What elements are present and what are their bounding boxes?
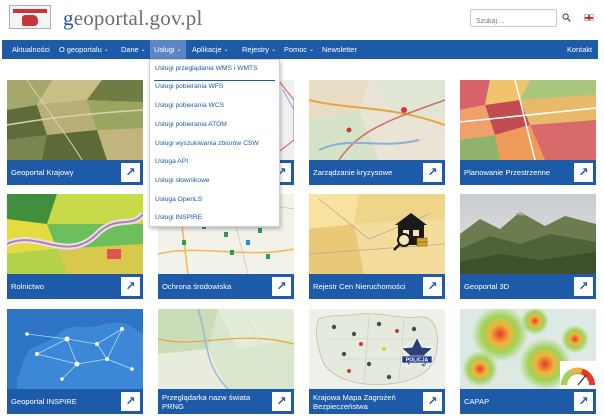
tile-label: Krajowa Mapa Zagrożeń Bezpieczeństwa [313, 392, 396, 411]
tile-image: POLICJA [309, 309, 445, 389]
menu-item-slownikowe[interactable]: Usługi słownikowe [155, 175, 210, 187]
arrow-up-right-icon[interactable]: ↗ [121, 392, 140, 411]
tile-image [309, 80, 445, 160]
site-header: geoportal.gov.pl [0, 0, 604, 40]
chevron-down-icon: ⌄ [309, 47, 315, 53]
arrow-up-right-icon[interactable]: ↗ [574, 392, 593, 411]
menu-item-api[interactable]: Usługa API [155, 156, 188, 168]
tile-label: Przeglądarka nazw świata PRNG [162, 392, 251, 411]
tile-image [158, 309, 294, 389]
nav-item-rejestry[interactable]: Rejestry ⌄ [238, 40, 280, 59]
tile-image [460, 194, 596, 274]
search-field[interactable] [470, 9, 557, 30]
arrow-up-right-icon[interactable]: ↗ [574, 277, 593, 296]
nav-item-aplikacje[interactable]: Aplikacje ⌄ [188, 40, 233, 59]
search-input[interactable] [471, 13, 556, 30]
tile-label: Planowanie Przestrzenne [464, 168, 551, 177]
gugik-logo-icon[interactable] [9, 5, 51, 29]
tile-label: CAPAP [464, 397, 490, 406]
menu-item-atom[interactable]: Usługi pobierania ATOM [155, 119, 227, 131]
chevron-down-icon: ⌄ [176, 47, 182, 53]
tile-image [7, 194, 143, 274]
tile-image [7, 309, 143, 389]
nav-item-aktualnosci[interactable]: Aktualności [8, 40, 54, 59]
nav-item-kontakt[interactable]: Kontakt [563, 40, 596, 59]
tile-image [460, 80, 596, 160]
uslugi-dropdown-menu: Usługi przeglądania WMS i WMTS Usługi po… [149, 59, 280, 227]
nav-item-newsletter[interactable]: Newsletter [318, 40, 361, 59]
police-badge-text: POLICJA [406, 358, 429, 364]
tile-label: Geoportal Krajowy [11, 168, 74, 177]
chevron-down-icon: ⌄ [271, 47, 277, 53]
tile-planowanie-przestrzenne[interactable]: Planowanie Przestrzenne ↗ [460, 80, 596, 185]
arrow-up-right-icon[interactable]: ↗ [121, 163, 140, 182]
tile-image [309, 194, 445, 274]
main-nav: Aktualności O geoportalu ⌄ Dane ⌄ Usługi ⌄ … [2, 40, 598, 59]
nav-item-dane[interactable]: Dane ⌄ [117, 40, 150, 59]
tile-label: Geoportal INSPIRE [11, 397, 77, 406]
nav-item-o-geoportalu[interactable]: O geoportalu ⌄ [55, 40, 113, 59]
tile-geoportal-krajowy[interactable]: Geoportal Krajowy ↗ [7, 80, 143, 185]
tile-label: Ochrona środowiska [162, 282, 232, 291]
tile-label: Rejestr Cen Nieruchomości [313, 282, 406, 291]
tile-geoportal-inspire[interactable]: Geoportal INSPIRE ↗ [7, 309, 143, 414]
tile-krajowa-mapa-zagrozen[interactable]: POLICJA Krajowa Mapa Zagrożeń Bezpieczeń… [309, 309, 445, 414]
tile-zarzadzanie-kryzysowe[interactable]: Zarządzanie kryzysowe ↗ [309, 80, 445, 185]
search-icon [562, 13, 571, 22]
tile-capap[interactable]: CAPAP ↗ [460, 309, 596, 414]
tile-image [7, 80, 143, 160]
arrow-up-right-icon[interactable]: ↗ [272, 277, 291, 296]
tile-label: Geoportal 3D [464, 282, 510, 291]
chevron-down-icon: ⌄ [103, 47, 109, 53]
arrow-up-right-icon[interactable]: ↗ [423, 392, 442, 411]
nav-item-pomoc[interactable]: Pomoc ⌄ [280, 40, 318, 59]
tile-label: Zarządzanie kryzysowe [313, 168, 393, 177]
menu-item-csw[interactable]: Usługi wyszukiwania zbiorów CSW [155, 138, 259, 150]
menu-item-wcs[interactable]: Usługi pobierania WCS [155, 100, 224, 112]
tile-label: Rolnictwo [11, 282, 44, 291]
menu-item-wfs[interactable]: Usługi pobierania WFS [155, 81, 223, 93]
chevron-down-icon: ⌄ [223, 47, 229, 53]
arrow-up-right-icon[interactable]: ↗ [423, 163, 442, 182]
arrow-up-right-icon[interactable]: ↗ [272, 392, 291, 411]
search-button[interactable] [558, 9, 575, 27]
tile-rolnictwo[interactable]: Rolnictwo ↗ [7, 194, 143, 299]
tile-image [460, 309, 596, 389]
tile-rejestr-cen-nieruchomosci[interactable]: Rejestr Cen Nieruchomości ↗ [309, 194, 445, 299]
chevron-down-icon: ⌄ [140, 47, 146, 53]
menu-item-wms-wmts[interactable]: Usługi przeglądania WMS i WMTS [155, 63, 258, 75]
english-flag-icon[interactable] [584, 14, 594, 21]
tile-geoportal-3d[interactable]: Geoportal 3D ↗ [460, 194, 596, 299]
nav-item-uslugi[interactable]: Usługi ⌄ [150, 40, 186, 59]
tile-prng[interactable]: Przeglądarka nazw świata PRNG ↗ [158, 309, 294, 414]
menu-item-openls[interactable]: Usługa OpenLS [155, 194, 202, 206]
site-logo-text[interactable]: geoportal.gov.pl [63, 6, 202, 31]
arrow-up-right-icon[interactable]: ↗ [423, 277, 442, 296]
arrow-up-right-icon[interactable]: ↗ [574, 163, 593, 182]
menu-item-inspire[interactable]: Usługi INSPIRE [155, 212, 202, 224]
arrow-up-right-icon[interactable]: ↗ [121, 277, 140, 296]
